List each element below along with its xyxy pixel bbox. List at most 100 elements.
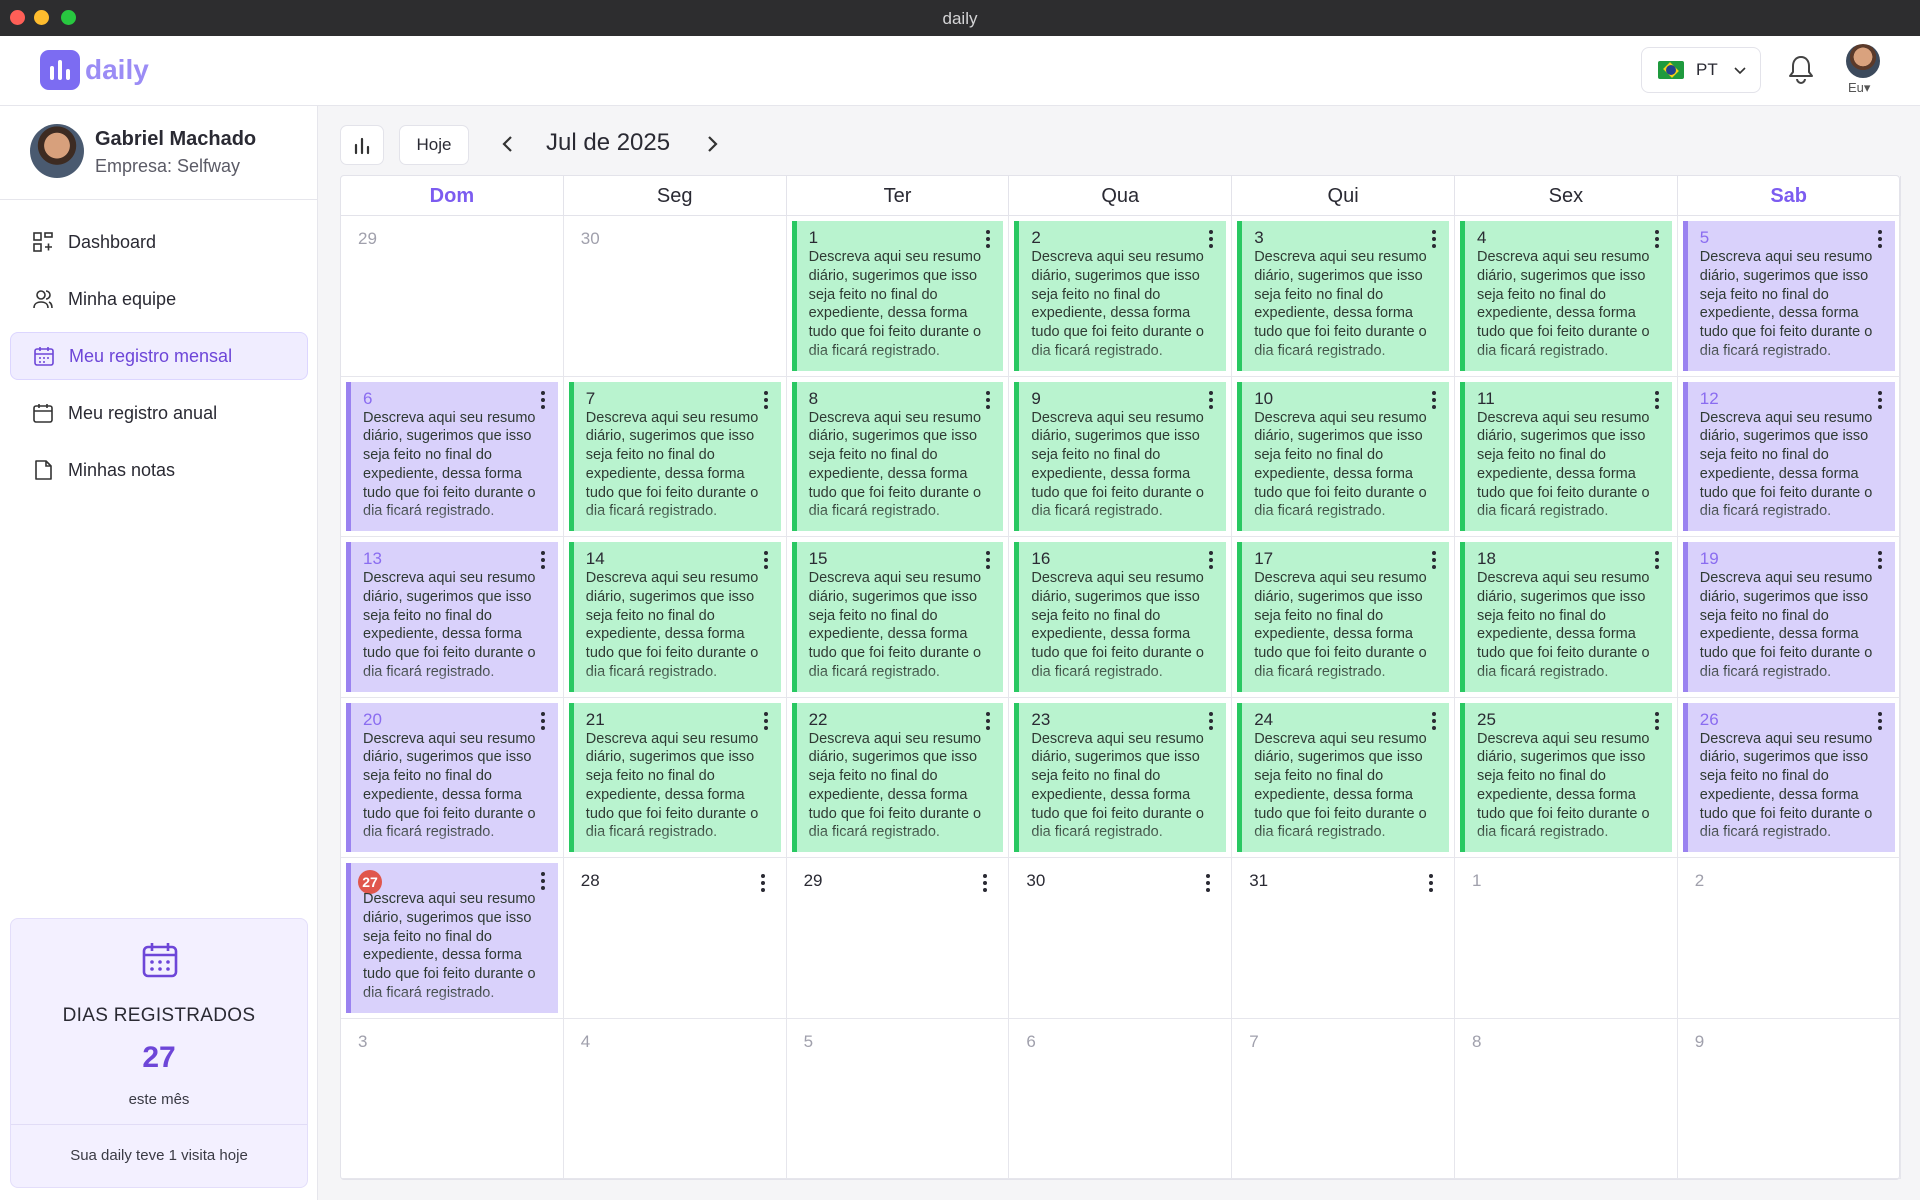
day-cell[interactable]: 3 [341,1018,564,1179]
day-cell[interactable]: 6 Descreva aqui seu resumo diário, sugeri… [341,376,564,537]
day-cell[interactable]: 24 Descreva aqui seu resumo diário, suger… [1232,697,1455,858]
day-cell[interactable]: 20 Descreva aqui seu resumo diário, suger… [341,697,564,858]
notifications-bell-icon[interactable] [1786,54,1816,86]
more-options-icon[interactable] [763,390,769,411]
day-cell[interactable]: 25 Descreva aqui seu resumo diário, suger… [1455,697,1678,858]
day-cell[interactable]: 9 [1677,1018,1901,1179]
day-cell[interactable]: 1 Descreva aqui seu resumo diário, sugeri… [786,216,1010,377]
day-cell[interactable]: 19 Descreva aqui seu resumo diário, suger… [1677,537,1901,698]
more-options-icon[interactable] [763,711,769,732]
day-cell[interactable]: 17 Descreva aqui seu resumo diário, suger… [1232,537,1455,698]
more-options-icon[interactable] [1877,711,1883,732]
daily-entry-card[interactable]: 2 Descreva aqui seu resumo diário, sugeri… [1014,221,1227,371]
day-cell[interactable]: 4 Descreva aqui seu resumo diário, sugeri… [1455,216,1678,377]
daily-entry-card[interactable]: 22 Descreva aqui seu resumo diário, suger… [791,702,1004,852]
day-cell[interactable]: 8 [1455,1018,1678,1179]
more-options-icon[interactable] [986,230,991,250]
language-selector[interactable]: PT [1641,47,1761,93]
daily-entry-card[interactable]: 1 Descreva aqui seu resumo diário, sugeri… [791,221,1004,371]
day-cell[interactable]: 2 [1677,858,1901,1019]
day-cell[interactable]: 26 Descreva aqui seu resumo diário, suger… [1677,697,1901,858]
day-cell[interactable]: 1 [1455,858,1678,1019]
daily-entry-card[interactable]: 27 Descreva aqui seu resumo diário, suger… [346,863,558,1013]
day-cell[interactable]: 31 [1232,858,1455,1019]
day-cell[interactable]: 23 Descreva aqui seu resumo diário, suger… [1009,697,1233,858]
more-options-icon[interactable] [986,711,991,732]
daily-entry-card[interactable]: 14 Descreva aqui seu resumo diário, suger… [568,542,781,692]
sidebar-item-dashboard[interactable]: Dashboard [10,218,308,266]
day-cell[interactable]: 13 Descreva aqui seu resumo diário, suger… [341,537,564,698]
day-cell[interactable]: 18 Descreva aqui seu resumo diário, suger… [1455,537,1678,698]
more-options-icon[interactable] [1431,711,1437,732]
daily-entry-card[interactable]: 18 Descreva aqui seu resumo diário, suger… [1460,542,1672,692]
day-cell[interactable]: 8 Descreva aqui seu resumo diário, sugeri… [786,376,1010,537]
day-cell[interactable]: 22 Descreva aqui seu resumo diário, suger… [786,697,1010,858]
daily-entry-card[interactable]: 20 Descreva aqui seu resumo diário, suger… [346,702,558,852]
more-options-icon[interactable] [1209,230,1214,250]
daily-entry-card[interactable]: 11 Descreva aqui seu resumo diário, suger… [1460,381,1672,531]
more-options-icon[interactable] [1877,230,1883,250]
more-options-icon[interactable] [540,390,546,411]
daily-entry-card[interactable]: 6 Descreva aqui seu resumo diário, sugeri… [346,381,558,531]
daily-entry-card[interactable]: 21 Descreva aqui seu resumo diário, suger… [568,702,781,852]
more-options-icon[interactable] [1654,230,1660,250]
user-avatar[interactable] [1846,44,1880,78]
day-cell[interactable]: 2 Descreva aqui seu resumo diário, sugeri… [1009,216,1233,377]
more-options-icon[interactable] [1431,390,1437,411]
more-options-icon[interactable] [986,390,991,411]
more-options-icon[interactable] [1209,551,1214,571]
day-cell[interactable]: 9 Descreva aqui seu resumo diário, sugeri… [1009,376,1233,537]
today-button[interactable]: Hoje [399,125,469,165]
more-options-icon[interactable] [1877,390,1883,411]
daily-entry-card[interactable]: 7 Descreva aqui seu resumo diário, sugeri… [568,381,781,531]
daily-entry-card[interactable]: 25 Descreva aqui seu resumo diário, suger… [1460,702,1672,852]
sidebar-item-team[interactable]: Minha equipe [10,275,308,323]
chevron-left-icon[interactable] [496,132,520,156]
more-options-icon[interactable] [1654,711,1660,732]
daily-entry-card[interactable]: 26 Descreva aqui seu resumo diário, suger… [1682,702,1895,852]
day-cell[interactable]: 30 [563,216,787,377]
day-cell[interactable]: 28 [563,858,787,1019]
day-cell[interactable]: 11 Descreva aqui seu resumo diário, suger… [1455,376,1678,537]
day-cell[interactable]: 16 Descreva aqui seu resumo diário, suger… [1009,537,1233,698]
day-cell[interactable]: 14 Descreva aqui seu resumo diário, suger… [563,537,787,698]
more-options-icon[interactable] [760,874,766,894]
daily-entry-card[interactable]: 9 Descreva aqui seu resumo diário, sugeri… [1014,381,1227,531]
day-cell[interactable]: 10 Descreva aqui seu resumo diário, suger… [1232,376,1455,537]
day-cell[interactable]: 6 [1009,1018,1233,1179]
daily-entry-card[interactable]: 5 Descreva aqui seu resumo diário, sugeri… [1682,221,1895,371]
sidebar-item-yearly-record[interactable]: Meu registro anual [10,389,308,437]
daily-entry-card[interactable]: 12 Descreva aqui seu resumo diário, suger… [1682,381,1895,531]
daily-entry-card[interactable]: 24 Descreva aqui seu resumo diário, suger… [1237,702,1449,852]
day-cell[interactable]: 4 [563,1018,787,1179]
day-cell[interactable]: 3 Descreva aqui seu resumo diário, sugeri… [1232,216,1455,377]
day-cell[interactable]: 30 [1009,858,1233,1019]
more-options-icon[interactable] [1206,874,1211,894]
daily-entry-card[interactable]: 16 Descreva aqui seu resumo diário, suger… [1014,542,1227,692]
more-options-icon[interactable] [1877,551,1883,571]
more-options-icon[interactable] [983,874,988,894]
day-cell[interactable]: 5 Descreva aqui seu resumo diário, sugeri… [1677,216,1901,377]
day-cell[interactable]: 7 Descreva aqui seu resumo diário, sugeri… [563,376,787,537]
chevron-right-icon[interactable] [700,132,724,156]
day-cell[interactable]: 5 [786,1018,1010,1179]
more-options-icon[interactable] [1431,230,1437,250]
more-options-icon[interactable] [540,872,546,892]
day-cell[interactable]: 21 Descreva aqui seu resumo diário, suger… [563,697,787,858]
daily-entry-card[interactable]: 3 Descreva aqui seu resumo diário, sugeri… [1237,221,1449,371]
day-cell[interactable]: 7 [1232,1018,1455,1179]
chart-view-button[interactable] [340,125,384,165]
more-options-icon[interactable] [763,551,769,571]
more-options-icon[interactable] [540,551,546,571]
day-cell[interactable]: 29 [786,858,1010,1019]
more-options-icon[interactable] [1431,551,1437,571]
more-options-icon[interactable] [1428,874,1434,894]
daily-entry-card[interactable]: 15 Descreva aqui seu resumo diário, suger… [791,542,1004,692]
day-cell[interactable]: 15 Descreva aqui seu resumo diário, suger… [786,537,1010,698]
app-logo[interactable]: daily [40,50,149,90]
more-options-icon[interactable] [540,711,546,732]
daily-entry-card[interactable]: 4 Descreva aqui seu resumo diário, sugeri… [1460,221,1672,371]
daily-entry-card[interactable]: 10 Descreva aqui seu resumo diário, suger… [1237,381,1449,531]
daily-entry-card[interactable]: 19 Descreva aqui seu resumo diário, suger… [1682,542,1895,692]
daily-entry-card[interactable]: 17 Descreva aqui seu resumo diário, suger… [1237,542,1449,692]
